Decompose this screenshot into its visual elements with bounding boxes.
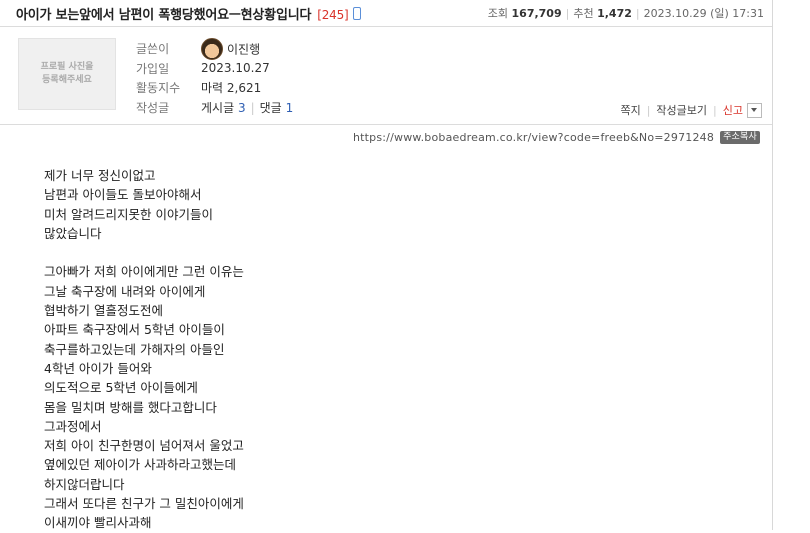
right-margin [773, 0, 810, 530]
comments-count[interactable]: 1 [286, 101, 294, 115]
content-line: 그아빠가 저희 아이에게만 그런 이유는 [44, 264, 244, 280]
content-line: 남편과 아이들도 돌보아야해서 [44, 187, 202, 203]
joined-date: 2023.10.27 [201, 61, 270, 76]
joined-label: 가입일 [136, 61, 170, 76]
content-line: 의도적으로 5학년 아이들에게 [44, 380, 198, 396]
chevron-down-icon[interactable] [747, 102, 762, 118]
post-stats: 조회 167,709 | 추천 1,472 | 2023.10.29 (일) 17:31 [487, 7, 764, 20]
writer-details: 글쓴이 이진행 가입일 2023.10.27 활동지수 마력 2,621 작성글… [136, 37, 293, 118]
content-line: 저희 아이 친구한명이 넘어져서 울었고 [44, 438, 244, 454]
activity-value: 마력 2,621 [201, 81, 262, 96]
likes-count: 1,472 [597, 7, 632, 20]
copy-url-button[interactable]: 주소복사 [720, 131, 760, 144]
posts-summary: 게시글 3 | 댓글 1 [201, 100, 294, 115]
post-date: 2023.10.29 (일) 17:31 [643, 7, 764, 20]
view-posts-button[interactable]: 작성글보기 [656, 102, 707, 118]
content-line: 많았습니다 [44, 225, 102, 241]
writer-info: 프로필 사진을 등록해주세요 글쓴이 이진행 가입일 2023.10.27 활동… [0, 27, 772, 125]
content-line: 제가 너무 정신이없고 [44, 168, 156, 183]
content-line: 그래서 또다른 친구가 그 밀친아이에게 [44, 496, 244, 512]
comment-count[interactable]: [245] [317, 8, 348, 22]
content-line: 4학년 아이가 들어와 [44, 360, 152, 376]
activity-label: 활동지수 [136, 81, 181, 96]
posts-label: 작성글 [136, 100, 170, 115]
avatar-icon [201, 37, 223, 60]
report-button[interactable]: 신고 [723, 102, 743, 118]
post-view: 아이가 보는앞에서 남편이 폭행당했어요ㅡ현상황입니다 [245] 조회 167,… [0, 0, 773, 530]
content-line: 협박하기 열흘정도전에 [44, 303, 163, 319]
writer-actions: 쪽지 | 작성글보기 | 신고 [620, 102, 762, 118]
content-line: 그날 축구장에 내려와 아이에게 [44, 283, 206, 299]
author[interactable]: 이진행 [201, 37, 260, 60]
joined-row: 가입일 2023.10.27 [136, 59, 293, 79]
likes-label: 추천 [573, 7, 594, 20]
mobile-icon [352, 7, 361, 20]
content-line: 축구를하고있는데 가해자의 아들인 [44, 341, 225, 357]
views-count: 167,709 [511, 7, 562, 20]
views-label: 조회 [487, 7, 509, 20]
content-line [44, 243, 244, 262]
content-line: 옆에있던 제아이가 사과하라고했는데 [44, 457, 236, 473]
profile-photo-placeholder: 프로필 사진을 등록해주세요 [18, 38, 116, 110]
posts-count[interactable]: 3 [238, 101, 246, 115]
posts-row: 작성글 게시글 3 | 댓글 1 [136, 98, 293, 118]
content-line: 몸을 밀치며 방해를 했다고합니다 [44, 399, 217, 415]
post-title-text: 아이가 보는앞에서 남편이 폭행당했어요ㅡ현상황입니다 [16, 8, 312, 23]
post-title: 아이가 보는앞에서 남편이 폭행당했어요ㅡ현상황입니다 [245] [16, 4, 361, 23]
note-button[interactable]: 쪽지 [620, 102, 640, 118]
activity-row: 활동지수 마력 2,621 [136, 78, 293, 98]
post-header: 아이가 보는앞에서 남편이 폭행당했어요ㅡ현상황입니다 [245] 조회 167,… [0, 0, 772, 27]
content-line: 그과정에서 [44, 418, 102, 434]
author-row: 글쓴이 이진행 [136, 37, 293, 60]
post-url[interactable]: https://www.bobaedream.co.kr/view?code=f… [353, 131, 714, 144]
profile-placeholder-line1: 프로필 사진을 [40, 62, 94, 72]
comments-text[interactable]: 댓글 [260, 101, 282, 115]
post-content: 제가 너무 정신이없고남편과 아이들도 돌보아야해서미처 알려드리지못한 이야기… [44, 166, 244, 533]
content-line: 하지않더랍니다 [44, 476, 125, 492]
posts-text[interactable]: 게시글 [201, 101, 234, 115]
author-name[interactable]: 이진행 [227, 42, 260, 56]
post-url-bar: https://www.bobaedream.co.kr/view?code=f… [353, 131, 760, 144]
content-line: 아파트 축구장에서 5학년 아이들이 [44, 322, 225, 338]
content-line: 미처 알려드리지못한 이야기들이 [44, 206, 213, 222]
author-label: 글쓴이 [136, 42, 170, 57]
profile-placeholder-line2: 등록해주세요 [42, 75, 92, 85]
